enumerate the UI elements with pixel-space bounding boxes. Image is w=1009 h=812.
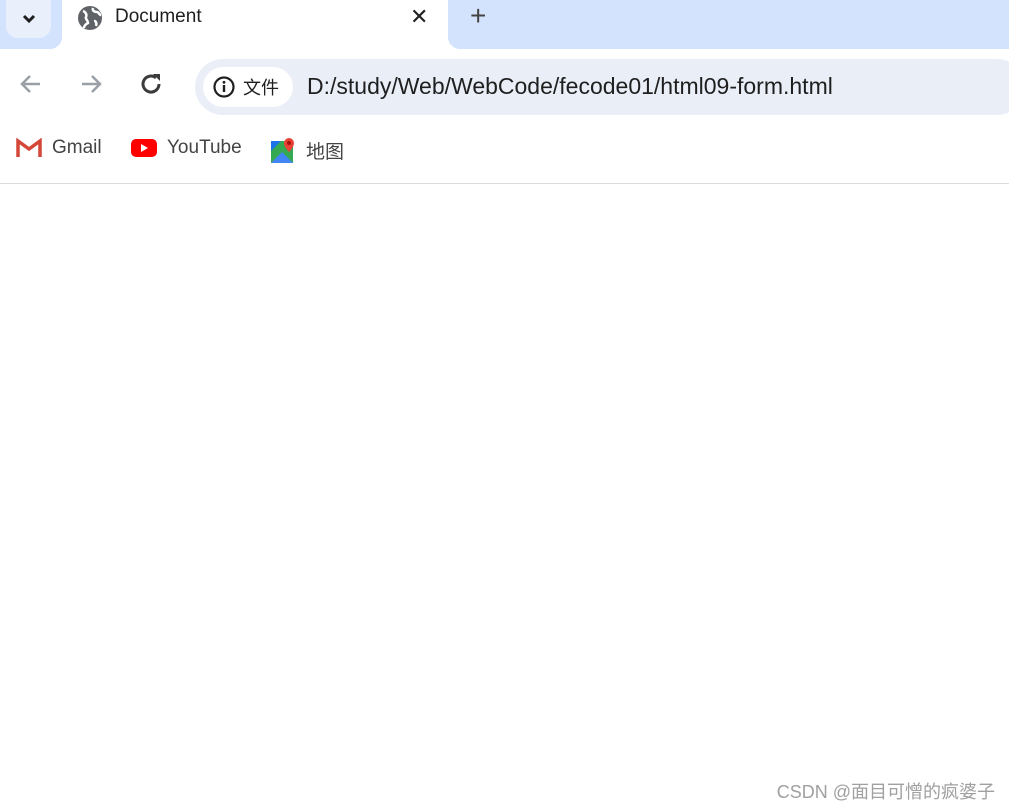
youtube-icon [131,139,157,157]
tab-title: Document [115,6,202,27]
new-tab-button[interactable]: + [470,0,486,32]
maps-icon [271,137,294,163]
bookmarks-bar: Gmail YouTube 地图 [0,127,1009,184]
back-icon[interactable] [18,71,44,97]
url-text[interactable]: D:/study/Web/WebCode/fecode01/html09-for… [307,73,833,100]
bookmark-label: YouTube [167,137,242,158]
forward-icon[interactable] [78,71,104,97]
bookmark-maps[interactable]: 地图 [270,137,344,164]
close-tab-icon[interactable]: ✕ [410,4,428,30]
chevron-down-icon [22,14,35,24]
watermark: CSDN @面目可憎的疯婆子 [776,782,995,802]
site-info-chip[interactable]: 文件 [203,67,293,107]
reload-icon[interactable] [138,71,164,97]
tab-search-button[interactable] [6,0,51,38]
globe-icon [78,6,102,30]
bookmark-youtube[interactable]: YouTube [131,137,242,159]
site-info-label: 文件 [243,78,279,98]
gmail-icon [16,138,42,157]
address-bar[interactable]: 文件 D:/study/Web/WebCode/fecode01/html09-… [195,59,1009,115]
bookmark-label: Gmail [52,137,102,158]
tab-document[interactable]: Document ✕ [50,0,460,49]
toolbar: 文件 D:/study/Web/WebCode/fecode01/html09-… [0,49,1009,127]
bookmark-label: 地图 [306,142,345,163]
tab-strip: Document ✕ + [0,0,1009,49]
bookmark-gmail[interactable]: Gmail [16,137,102,159]
info-icon [213,76,235,98]
